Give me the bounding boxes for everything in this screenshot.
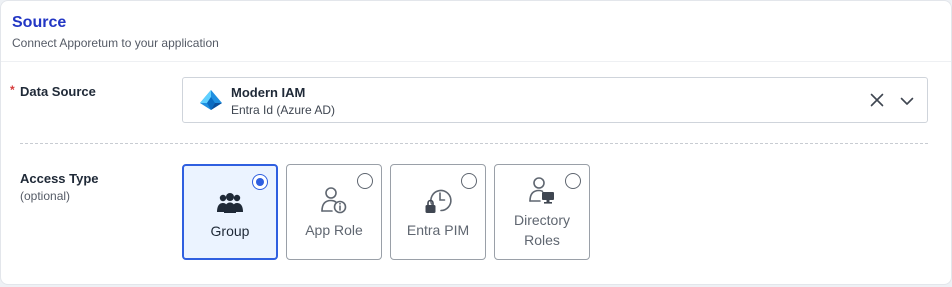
users-group-icon: [217, 193, 243, 213]
access-type-option-directory-roles[interactable]: Directory Roles: [494, 164, 590, 260]
radio-button[interactable]: [357, 173, 373, 189]
option-label: App Role: [305, 222, 363, 238]
chevron-down-icon[interactable]: [899, 93, 915, 109]
section-divider: [20, 143, 928, 144]
azure-entra-logo-icon: [200, 90, 222, 110]
option-label-line-2: Roles: [524, 232, 560, 248]
section-subtitle: Connect Apporetum to your application: [12, 36, 219, 50]
required-marker: *: [10, 83, 15, 97]
data-source-label: Data Source: [20, 84, 96, 99]
radio-button[interactable]: [461, 173, 477, 189]
data-source-select[interactable]: Modern IAM Entra Id (Azure AD): [182, 77, 928, 123]
selected-source-name: Modern IAM: [231, 85, 306, 100]
clock-lock-icon: [425, 189, 452, 213]
selected-source-type: Entra Id (Azure AD): [231, 103, 336, 117]
radio-button-selected[interactable]: [252, 174, 268, 190]
option-label-line-1: Directory: [513, 212, 570, 228]
access-type-option-group[interactable]: Group: [182, 164, 278, 260]
card-header: Source Connect Apporetum to your applica…: [1, 1, 951, 62]
option-label: Entra PIM: [406, 222, 470, 238]
close-icon[interactable]: [869, 92, 885, 108]
user-info-icon: [321, 187, 347, 214]
user-monitor-icon: [529, 177, 554, 204]
access-type-option-app-role[interactable]: App Role: [286, 164, 382, 260]
optional-hint: (optional): [20, 189, 71, 203]
access-type-label: Access Type: [20, 171, 99, 186]
access-type-option-entra-pim[interactable]: Entra PIM: [390, 164, 486, 260]
radio-button[interactable]: [565, 173, 581, 189]
section-title: Source: [12, 14, 67, 31]
option-label: Group: [210, 223, 250, 239]
